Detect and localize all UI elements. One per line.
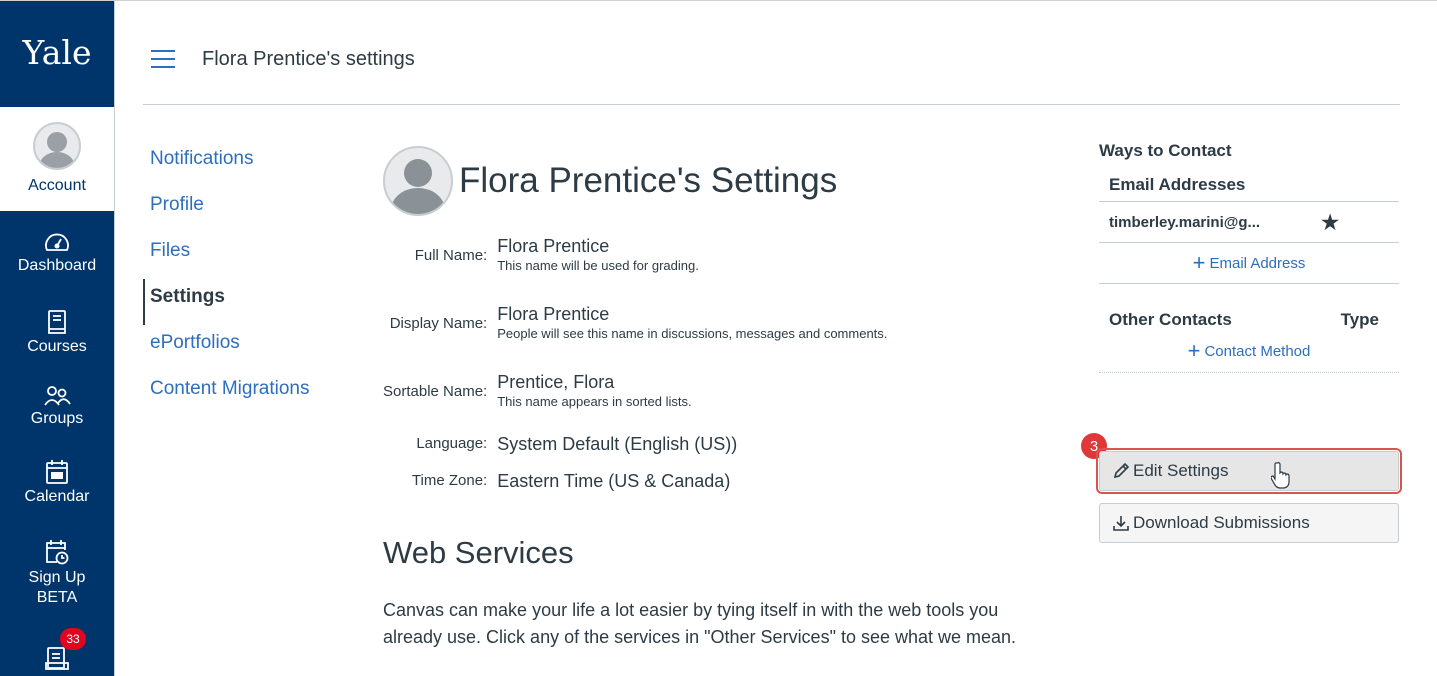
timezone-label: Time Zone:	[411, 472, 488, 489]
nav-calendar-label: Calendar	[24, 488, 90, 505]
nav-groups[interactable]: Groups	[0, 382, 114, 432]
download-submissions-label: Download Submissions	[1133, 513, 1310, 532]
settings-subnav: Notifications Profile Files Settings ePo…	[143, 141, 343, 417]
account-avatar-icon	[33, 122, 81, 170]
plus-icon: +	[1187, 338, 1201, 363]
hand-pointer-cursor-icon	[1271, 462, 1290, 489]
hamburger-menu-icon[interactable]	[151, 50, 175, 68]
other-contacts-heading: Other Contacts	[1109, 310, 1232, 329]
ways-to-contact-heading: Ways to Contact	[1099, 141, 1232, 160]
plus-icon: +	[1192, 250, 1206, 275]
full-name-hint: This name will be used for grading.	[497, 258, 699, 273]
web-services-description: Canvas can make your life a lot easier b…	[383, 599, 1017, 647]
subnav-profile[interactable]: Profile	[143, 187, 343, 233]
pencil-icon	[1113, 462, 1130, 479]
page-header: Flora Prentice's settings	[143, 1, 1400, 105]
sortable-name-hint: This name appears in sorted lists.	[497, 394, 692, 409]
subnav-eportfolios[interactable]: ePortfolios	[143, 325, 343, 371]
global-navigation: Yale Account Dashboard Courses Groups Ca…	[0, 1, 115, 676]
sortable-name-value: Prentice, Flora	[497, 372, 615, 392]
dashboard-icon	[45, 233, 69, 251]
subnav-content-migrations[interactable]: Content Migrations	[143, 371, 343, 417]
add-contact-method-link[interactable]: + Contact Method	[1099, 330, 1399, 373]
nav-inbox[interactable]: 33	[0, 628, 114, 676]
nav-signup-label-1: Sign Up	[28, 569, 86, 586]
timezone-value: Eastern Time (US & Canada)	[497, 470, 731, 491]
yale-logo[interactable]: Yale	[0, 1, 114, 104]
nav-account-label: Account	[28, 177, 86, 194]
nav-signup-label-2: BETA	[36, 589, 78, 606]
nav-dashboard-label: Dashboard	[17, 257, 97, 274]
full-name-value: Flora Prentice	[497, 236, 610, 256]
calendar-icon	[46, 460, 68, 484]
contact-sidebar: Ways to Contact Email Addresses timberle…	[1081, 131, 1402, 543]
subnav-notifications[interactable]: Notifications	[143, 141, 343, 187]
groups-icon	[44, 386, 71, 406]
nav-courses-label: Courses	[27, 338, 87, 355]
display-name-value: Flora Prentice	[497, 304, 610, 324]
display-name-label: Display Name:	[389, 314, 488, 332]
signup-calendar-clock-icon	[46, 540, 69, 565]
main-content: Flora Prentice's Settings Full Name: Flo…	[383, 131, 1063, 669]
other-contacts-header: Other Contacts Type	[1099, 284, 1399, 330]
nav-courses[interactable]: Courses	[0, 303, 114, 363]
edit-settings-label: Edit Settings	[1133, 461, 1229, 480]
courses-icon	[48, 310, 66, 334]
full-name-label: Full Name:	[414, 246, 488, 264]
add-contact-label: Contact Method	[1204, 343, 1311, 360]
email-addresses-heading: Email Addresses	[1099, 175, 1399, 202]
edit-settings-button[interactable]: Edit Settings	[1096, 448, 1402, 494]
title-row: Flora Prentice's Settings	[383, 131, 1063, 231]
breadcrumb-title: Flora Prentice's settings	[202, 48, 415, 70]
nav-calendar[interactable]: Calendar	[0, 453, 114, 513]
add-email-label: Email Address	[1209, 255, 1306, 272]
subnav-files[interactable]: Files	[143, 233, 343, 279]
sortable-name-label: Sortable Name:	[383, 382, 488, 400]
default-star-icon: ★	[1321, 211, 1339, 234]
email-address-row[interactable]: timberley.marini@g... ★	[1099, 202, 1399, 243]
email-address-value: timberley.marini@g...	[1109, 213, 1261, 231]
language-value: System Default (English (US))	[497, 433, 738, 454]
language-label: Language:	[416, 435, 488, 452]
nav-account[interactable]: Account	[0, 107, 114, 211]
download-submissions-button[interactable]: Download Submissions	[1099, 503, 1399, 543]
profile-fields-table: Full Name: Flora Prentice This name will…	[383, 221, 887, 499]
type-column-heading: Type	[1340, 310, 1379, 329]
subnav-settings[interactable]: Settings	[143, 279, 343, 325]
inbox-unread-badge: 33	[60, 628, 86, 650]
display-name-hint: People will see this name in discussions…	[497, 326, 888, 341]
nav-signup-beta[interactable]: Sign Up BETA	[0, 533, 114, 613]
download-icon	[1113, 516, 1129, 531]
page-title: Flora Prentice's Settings	[459, 161, 838, 200]
add-email-address-link[interactable]: + Email Address	[1099, 243, 1399, 284]
nav-dashboard[interactable]: Dashboard	[0, 223, 114, 283]
profile-avatar[interactable]	[383, 146, 453, 216]
nav-groups-label: Groups	[30, 410, 84, 427]
web-services-heading: Web Services	[383, 535, 574, 570]
